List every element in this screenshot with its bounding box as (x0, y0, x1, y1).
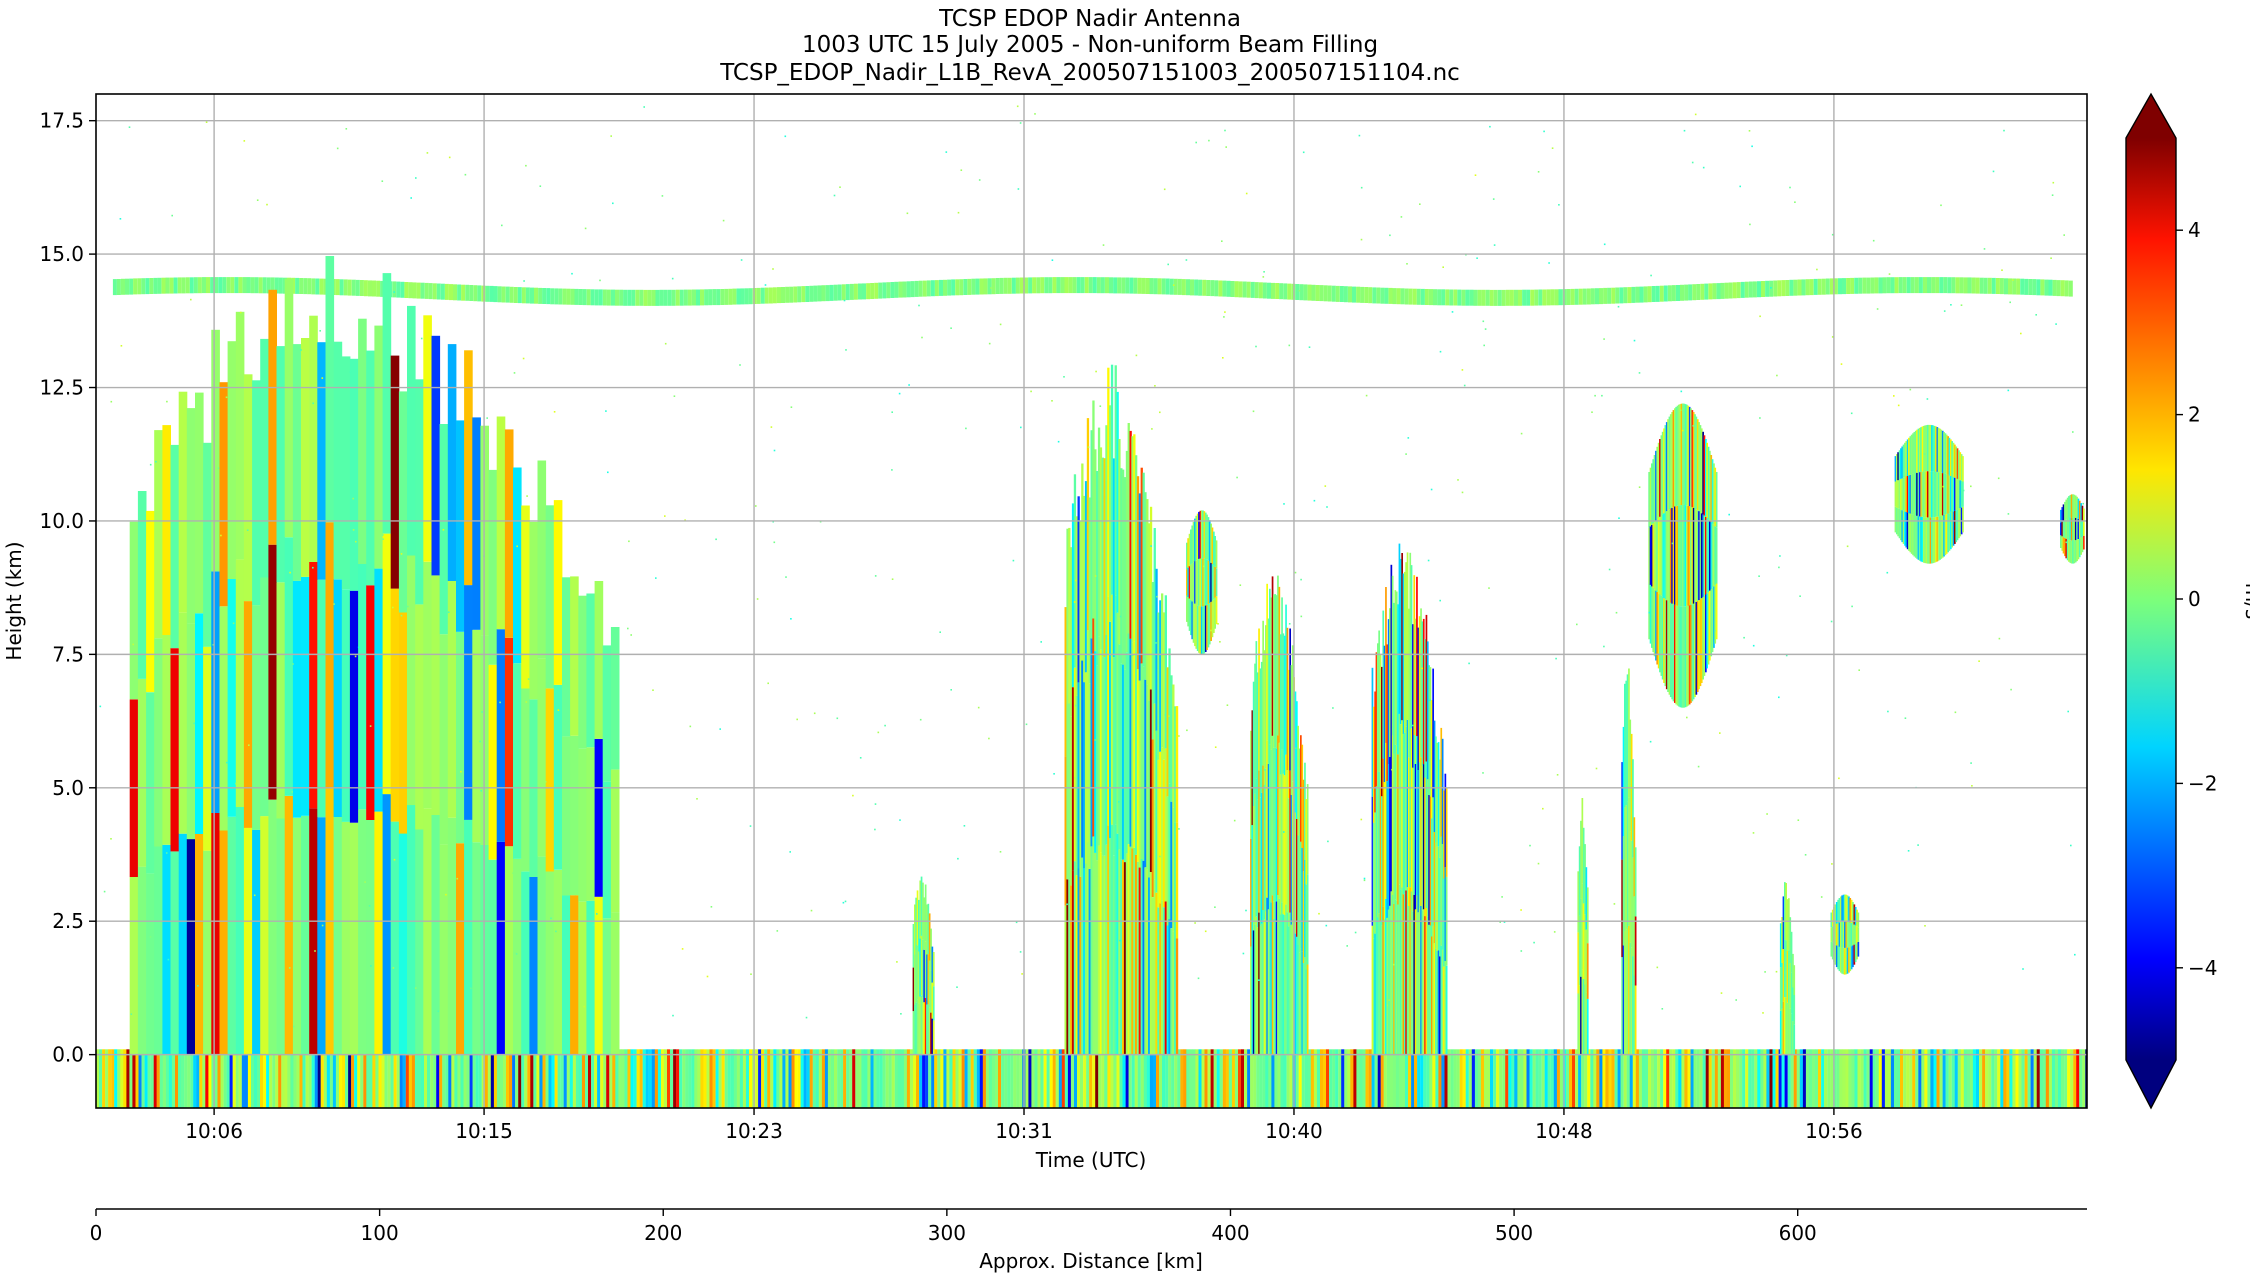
y-tick-label: 0.0 (52, 1043, 84, 1067)
distance-tick-label: 200 (644, 1221, 682, 1245)
distance-tick-label: 300 (928, 1221, 966, 1245)
echo-cell-12 (1830, 894, 1860, 975)
colorbar-extend-bottom (2126, 1060, 2176, 1108)
colorbar-ticks: 4 2 0 −2 −4 (2176, 218, 2217, 980)
velocity-chart: TCSP EDOP Nadir Antenna 1003 UTC 15 July… (2, 6, 2250, 1273)
colorbar-gradient (2126, 138, 2176, 1060)
chart-title-line-1: TCSP EDOP Nadir Antenna (938, 6, 1241, 32)
x-tick-label: 10:31 (995, 1119, 1053, 1143)
echo-anvil-5 (1186, 510, 1218, 655)
colorbar-tick-label: −2 (2188, 771, 2217, 795)
distance-axis-label: Approx. Distance [km] (979, 1249, 1203, 1273)
colorbar-tick-label: −4 (2188, 956, 2217, 980)
colorbar-tick-label: 0 (2188, 587, 2201, 611)
y-tick-label: 7.5 (52, 642, 84, 666)
x-axis-label: Time (UTC) (1035, 1148, 1147, 1172)
distance-axis-ticks: 0 100 200 300 400 500 600 (90, 1209, 1817, 1245)
distance-tick-label: 0 (90, 1221, 103, 1245)
x-tick-label: 10:06 (185, 1119, 243, 1143)
y-axis-label: Height (km) (2, 541, 26, 660)
y-axis-ticks: 0.0 2.5 5.0 7.5 10.0 12.5 15.0 17.5 (39, 109, 96, 1067)
colorbar-label: m/s (2241, 583, 2250, 620)
echo-anvil-13 (1894, 424, 1964, 564)
y-tick-label: 2.5 (52, 909, 84, 933)
x-axis-ticks: 10:06 10:15 10:23 10:31 10:40 10:48 10:56 (185, 1108, 1863, 1143)
y-tick-label: 10.0 (39, 509, 84, 533)
x-tick-label: 10:56 (1805, 1119, 1863, 1143)
colorbar-tick-label: 4 (2188, 218, 2201, 242)
chart-title-line-2: 1003 UTC 15 July 2005 - Non-uniform Beam… (802, 32, 1378, 58)
distance-tick-label: 400 (1211, 1221, 1249, 1245)
y-tick-label: 12.5 (39, 376, 84, 400)
y-tick-label: 15.0 (39, 242, 84, 266)
echo-anvil-10 (1648, 403, 1718, 708)
plot-area: 10:06 10:15 10:23 10:31 10:40 10:48 10:56 0.0 2… (39, 93, 2088, 1143)
y-tick-label: 17.5 (39, 109, 84, 133)
distance-axis: 0 100 200 300 400 500 600 Approx. Distance [km… (90, 1208, 2087, 1273)
chart-title-line-3: TCSP_EDOP_Nadir_L1B_RevA_200507151003_20… (719, 60, 1460, 86)
echo-surface_band-0 (96, 1049, 2087, 1108)
x-tick-label: 10:23 (725, 1119, 783, 1143)
figure: TCSP EDOP Nadir Antenna 1003 UTC 15 July… (0, 0, 2250, 1275)
x-tick-label: 10:40 (1265, 1119, 1323, 1143)
distance-tick-label: 600 (1779, 1221, 1817, 1245)
colorbar-extend-top (2126, 94, 2176, 138)
distance-tick-label: 500 (1495, 1221, 1533, 1245)
x-tick-label: 10:48 (1535, 1119, 1593, 1143)
colorbar: 4 2 0 −2 −4 m/s (2125, 92, 2250, 1110)
echo-anvil-14 (2060, 494, 2085, 564)
distance-tick-label: 100 (361, 1221, 399, 1245)
y-tick-label: 5.0 (52, 776, 84, 800)
x-tick-label: 10:15 (455, 1119, 513, 1143)
colorbar-tick-label: 2 (2188, 403, 2201, 427)
